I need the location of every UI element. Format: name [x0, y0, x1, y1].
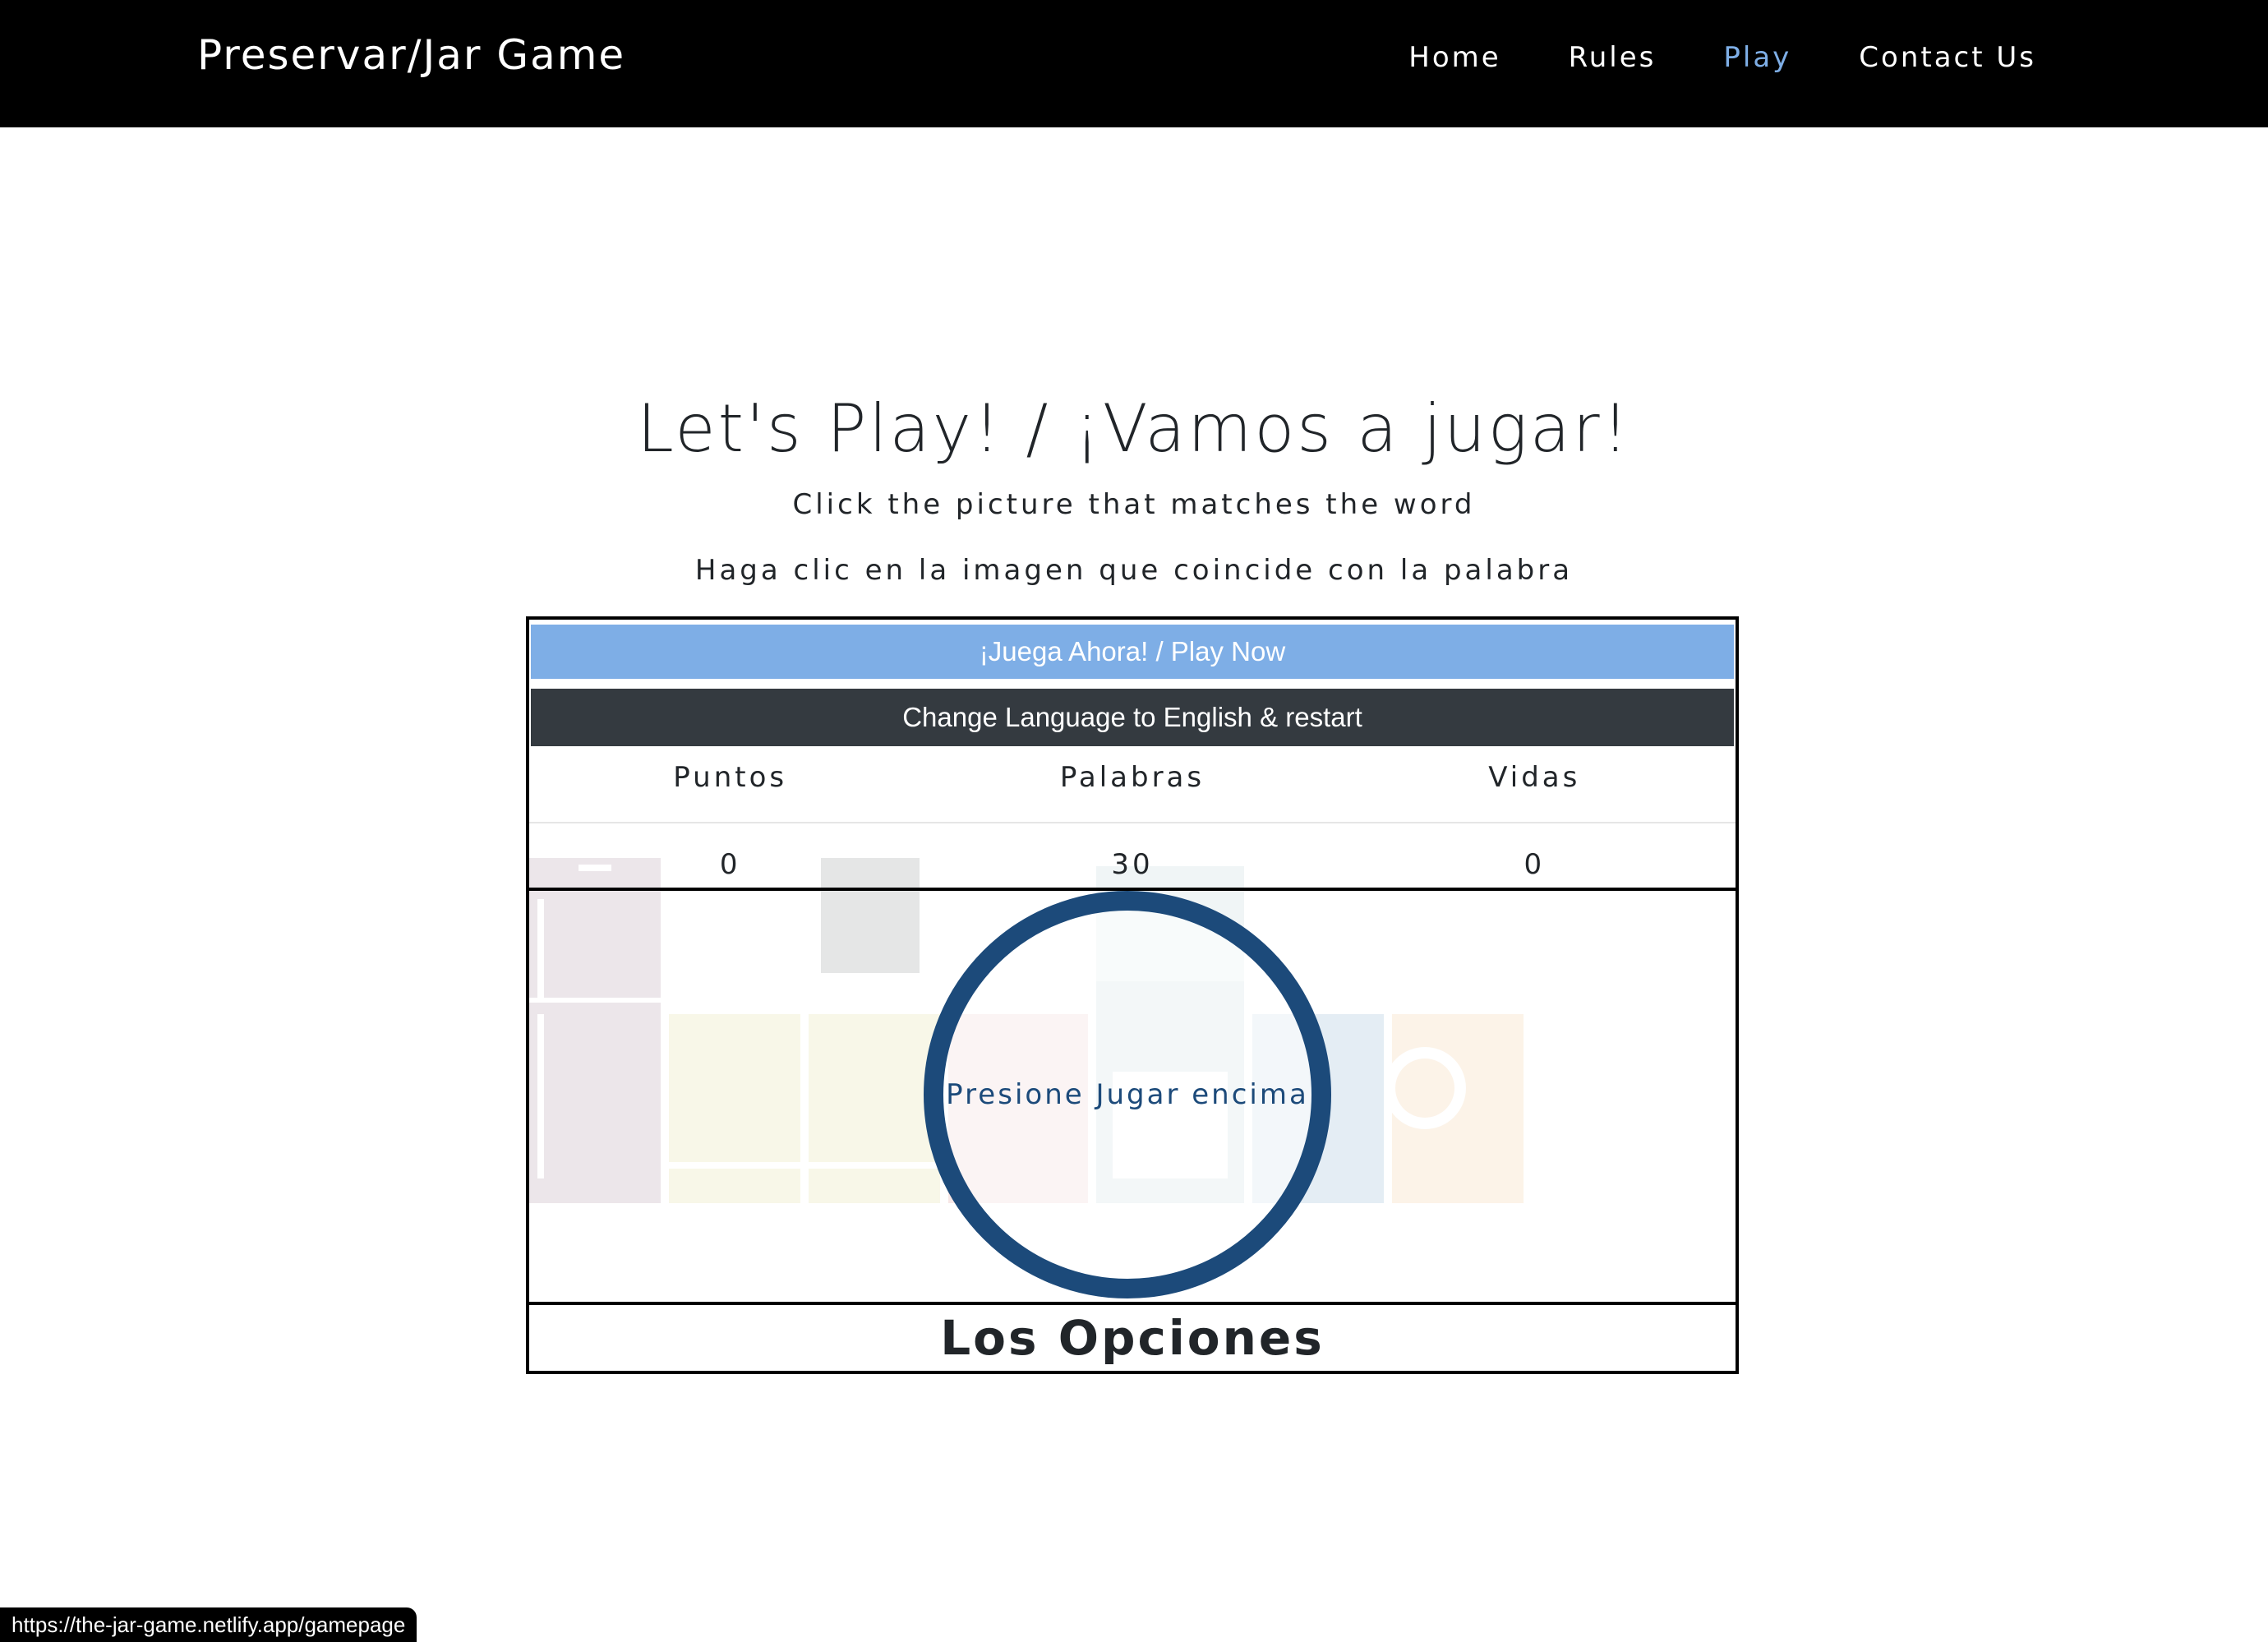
stats-header-row: Puntos Palabras Vidas [529, 761, 1736, 819]
game-play-area: Presione Jugar encima [526, 888, 1739, 1305]
nav-link-contact[interactable]: Contact Us [1859, 41, 2036, 74]
game-container: ¡Juega Ahora! / Play Now Change Language… [526, 616, 1739, 1374]
page-title: Let's Play! / ¡Vamos a jugar! [637, 390, 1631, 467]
instructions-english: Click the picture that matches the word [792, 488, 1476, 521]
top-navbar: Preservar/Jar Game Home Rules Play Conta… [0, 0, 2268, 127]
nav-link-play[interactable]: Play [1723, 41, 1791, 74]
nav-links: Home Rules Play Contact Us [1408, 41, 2036, 74]
brand-link[interactable]: Preservar/Jar Game [197, 31, 625, 79]
points-header: Puntos [673, 761, 788, 794]
lives-header: Vidas [1488, 761, 1581, 794]
change-language-button[interactable]: Change Language to English & restart [531, 689, 1734, 746]
points-value: 0 [719, 848, 741, 881]
lives-value: 0 [1524, 848, 1546, 881]
options-heading: Los Opciones [940, 1310, 1325, 1366]
nav-link-rules[interactable]: Rules [1569, 41, 1657, 74]
stats-divider [529, 822, 1736, 823]
start-prompt-label: Presione Jugar encima [946, 1078, 1309, 1111]
status-bar-url: https://the-jar-game.netlify.app/gamepag… [0, 1607, 417, 1642]
words-value: 30 [1111, 848, 1154, 881]
stats-values-row: 0 30 0 [529, 848, 1736, 889]
play-now-button[interactable]: ¡Juega Ahora! / Play Now [531, 625, 1734, 679]
nav-link-home[interactable]: Home [1408, 41, 1500, 74]
start-prompt-circle[interactable]: Presione Jugar encima [924, 891, 1331, 1298]
instructions-spanish: Haga clic en la imagen que coincide con … [694, 554, 1574, 587]
words-header: Palabras [1059, 761, 1205, 794]
